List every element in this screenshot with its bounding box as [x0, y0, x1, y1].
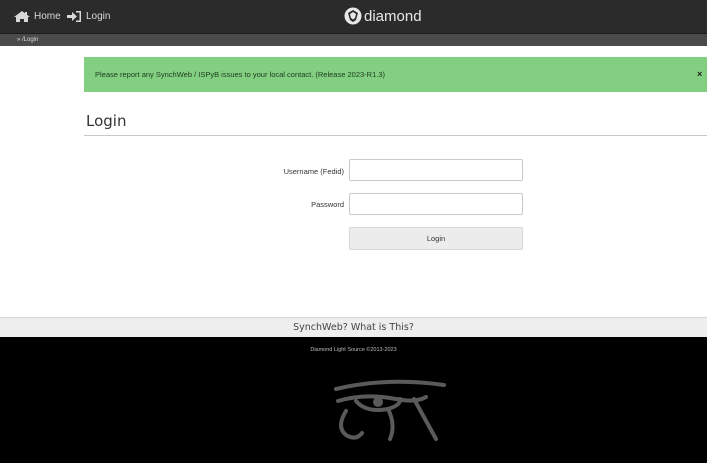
- breadcrumb: » /Login: [0, 34, 707, 46]
- breadcrumb-text[interactable]: » /Login: [17, 37, 38, 43]
- eye-of-horus-icon: [334, 379, 446, 441]
- sign-in-icon: [67, 11, 81, 22]
- diamond-logo-icon: [344, 7, 362, 25]
- main-content: Please report any SynchWeb / ISPyB issue…: [0, 46, 707, 317]
- brand-label: diamond: [364, 7, 422, 25]
- alert-close-button[interactable]: ×: [697, 57, 707, 92]
- login-button[interactable]: Login: [349, 227, 523, 250]
- release-notice-alert: Please report any SynchWeb / ISPyB issue…: [84, 57, 707, 92]
- page-title: Login: [86, 112, 127, 130]
- alert-message: Please report any SynchWeb / ISPyB issue…: [95, 70, 386, 79]
- password-label: Password: [311, 200, 344, 209]
- username-label: Username (Fedid): [283, 167, 344, 176]
- footer: Diamond Light Source ©2013-2023: [0, 337, 707, 463]
- brand-logo[interactable]: diamond: [343, 7, 422, 25]
- what-is-this-link[interactable]: SynchWeb? What is This?: [0, 317, 707, 337]
- nav-home-link[interactable]: Home: [13, 10, 61, 23]
- nav-login-link[interactable]: Login: [66, 10, 110, 23]
- password-input[interactable]: [349, 193, 523, 215]
- home-icon: [14, 11, 30, 22]
- title-divider: [84, 135, 707, 136]
- footer-copyright: Diamond Light Source ©2013-2023: [310, 347, 397, 353]
- nav-login-label: Login: [86, 11, 111, 22]
- top-navigation-bar: Home Login diamond: [0, 0, 707, 34]
- nav-home-label: Home: [34, 11, 61, 22]
- username-input[interactable]: [349, 159, 523, 181]
